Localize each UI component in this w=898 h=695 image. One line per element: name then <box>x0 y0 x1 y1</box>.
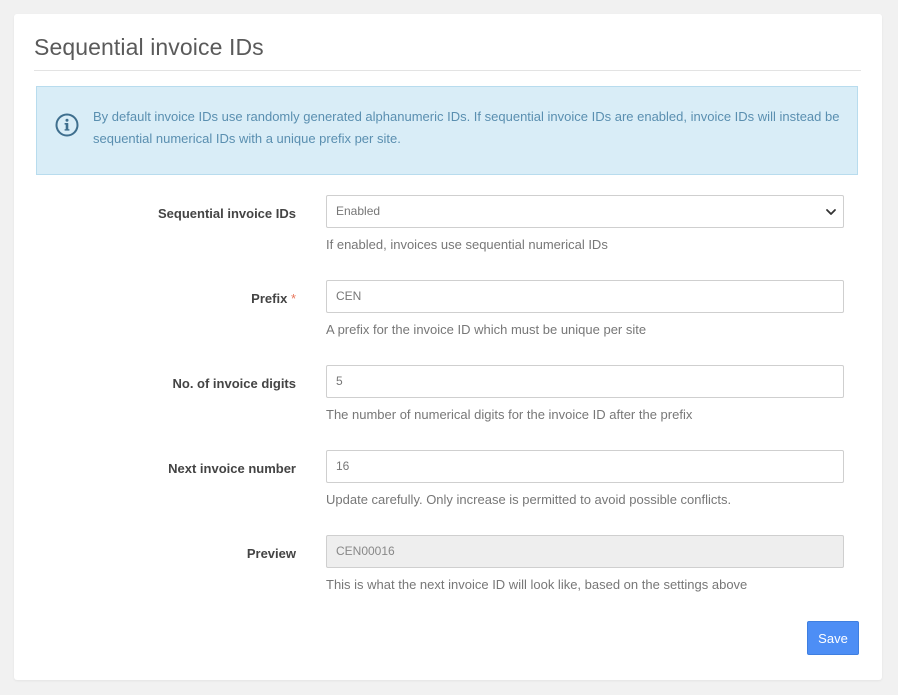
sequential-help: If enabled, invoices use sequential nume… <box>326 237 608 252</box>
prefix-input[interactable]: CEN <box>326 280 844 313</box>
digits-input[interactable]: 5 <box>326 365 844 398</box>
prefix-label-text: Prefix <box>251 291 288 306</box>
info-alert-text: By default invoice IDs use randomly gene… <box>93 109 840 146</box>
page-title: Sequential invoice IDs <box>34 34 264 60</box>
info-alert: By default invoice IDs use randomly gene… <box>36 86 858 175</box>
settings-card: Sequential invoice IDs By default invoic… <box>14 14 882 680</box>
sequential-select[interactable]: Enabled <box>326 195 844 228</box>
sequential-label: Sequential invoice IDs <box>158 206 296 221</box>
chevron-down-icon <box>826 209 836 215</box>
preview-help: This is what the next invoice ID will lo… <box>326 577 748 592</box>
next-number-input[interactable]: 16 <box>326 450 844 483</box>
digits-help: The number of numerical digits for the i… <box>326 407 693 422</box>
prefix-label: Prefix * <box>36 291 296 306</box>
preview-label: Preview <box>246 546 296 561</box>
save-button[interactable]: Save <box>807 621 859 655</box>
info-circle-icon <box>55 113 79 137</box>
prefix-help: A prefix for the invoice ID which must b… <box>326 322 647 337</box>
preview-field: CEN00016 <box>326 535 844 568</box>
next-number-label: Next invoice number <box>168 461 296 476</box>
next-number-help: Update carefully. Only increase is permi… <box>326 492 732 507</box>
digits-label: No. of invoice digits <box>172 376 296 391</box>
sequential-select-value: Enabled <box>336 204 381 218</box>
required-marker: * <box>290 291 296 306</box>
title-divider <box>34 70 861 71</box>
